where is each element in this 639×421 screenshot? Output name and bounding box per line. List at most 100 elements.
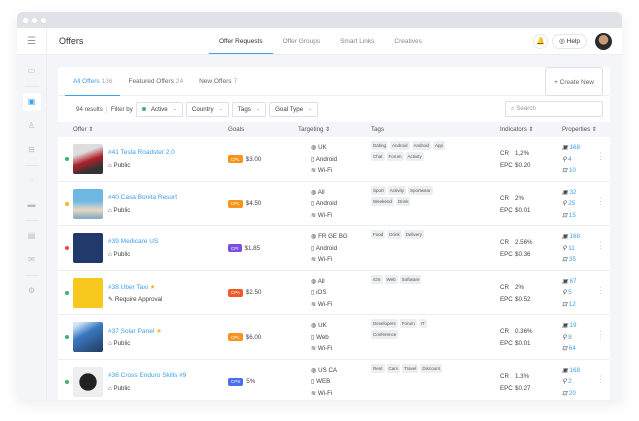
nav-tab-creatives[interactable]: Creatives [384,28,431,54]
nav-tab-offer-requests[interactable]: Offer Requests [209,28,273,54]
tab-new-offers[interactable]: New Offers 7 [191,67,245,96]
col-indicators[interactable]: Indicators ⇕ [500,126,534,133]
tag[interactable]: Activity [405,152,424,161]
tag[interactable]: Conference [371,330,399,339]
col-tags: Tags [371,126,385,133]
tag[interactable]: Rent [371,363,385,373]
status-dropdown[interactable]: Active ⌄ [135,101,183,117]
more-options-icon[interactable]: ⋮ [596,240,605,251]
table-row[interactable]: #38 Uber Taxi ★ ✎ Require Approval CPA $2… [58,271,610,315]
search-input[interactable]: ⌕ Search [505,101,603,117]
status-dot [65,290,69,295]
create-new-button[interactable]: + Create New [545,66,603,96]
table-row[interactable]: #37 Solar Panel ★ ⌂ Public CPL $6.00 ◍ UK… [58,315,610,360]
tag[interactable]: Web [384,274,398,284]
goal-type-badge: CPL [228,155,243,163]
properties: ▣ 168 ⚲ 4 ⊡ 10 [562,144,580,174]
more-options-icon[interactable]: ⋮ [596,151,605,162]
offer-thumbnail[interactable] [73,277,103,308]
more-options-icon[interactable]: ⋮ [596,285,605,296]
tag[interactable]: Discount [420,363,442,373]
nav-tab-smart-links[interactable]: Smart Links [330,28,384,54]
status-dot [65,379,69,384]
more-options-icon[interactable]: ⋮ [596,329,605,340]
tag[interactable]: Sportwear [408,185,433,195]
offer-thumbnail[interactable] [73,322,103,352]
tab-all-offers[interactable]: All Offers 136 [65,67,121,96]
window-titlebar [17,12,622,28]
globe-icon[interactable]: ◌ [23,172,41,190]
avatar[interactable] [595,32,612,50]
offer-title-link[interactable]: #38 Uber Taxi ★ [108,283,156,291]
tag[interactable]: Chat [371,152,385,161]
help-button[interactable]: ◎ Help [552,33,587,49]
indicators: CR 0.36% EPC $0.01 [500,328,533,347]
tag[interactable]: Drink [395,196,411,206]
tag[interactable]: App [433,141,446,150]
offers-icon[interactable]: ▣ [22,93,41,111]
goal: CPI $1.85 [228,244,260,252]
more-options-icon[interactable]: ⋮ [596,196,605,207]
tags-dropdown[interactable]: Tags ⌄ [231,101,267,117]
tag[interactable]: Dating [371,141,389,150]
goal-type-dropdown[interactable]: Goal Type ⌄ [269,101,319,117]
tag[interactable]: Software [399,274,422,284]
window-dot[interactable] [32,17,37,23]
tag[interactable]: iOS [371,274,383,284]
offer-title-link[interactable]: #39 Medicare US [108,238,158,245]
tag[interactable]: Activity [387,185,407,195]
tag[interactable]: Travel [402,363,419,373]
window-dot[interactable] [41,17,46,23]
col-offer[interactable]: Offer ⇕ [73,126,94,133]
window-dot[interactable] [23,17,28,23]
tag[interactable]: Forum [386,152,404,161]
tag[interactable]: Food [371,230,386,239]
offer-title-link[interactable]: #36 Cross Enduro Skills #9 [108,372,186,379]
col-goals: Goals [228,126,245,133]
offer-title-link[interactable]: #40 Casa Bonita Resort [108,194,177,201]
bell-icon[interactable]: 🔔 [533,33,549,49]
tag[interactable]: Drink [387,230,402,239]
tag[interactable]: IT [418,319,427,328]
hamburger-menu-icon[interactable]: ☰ [17,28,47,54]
tag[interactable]: Cars [386,363,401,373]
targeting: ◍ UK ▯ Web ≋ Wi-Fi [311,322,333,352]
tab-featured-offers[interactable]: Featured Offers 24 [120,67,191,96]
nav-tab-offer-groups[interactable]: Offer Groups [273,28,330,54]
country-dropdown[interactable]: Country ⌄ [185,101,229,117]
table-row[interactable]: #41 Tesla Roadster 2.0 ⌂ Public CPL $3.00… [58,137,610,182]
goal-value: $2.50 [245,289,262,296]
tag[interactable]: Weekend [371,196,394,206]
offer-access: ⌂ Public [108,251,131,258]
table-row[interactable]: #40 Casa Bonita Resort ⌂ Public CPL $4.50… [58,182,610,226]
col-properties[interactable]: Properties ⇕ [562,126,597,133]
tag[interactable]: Sport [371,185,386,195]
col-targeting[interactable]: Targeting ⇕ [298,126,330,133]
offer-thumbnail[interactable] [73,188,103,219]
tag[interactable]: Developers [371,319,398,328]
indicators: CR 2% EPC $0.52 [500,283,531,303]
tag[interactable]: Android [390,141,410,150]
help-label: Help [566,37,580,45]
table-row[interactable]: #36 Cross Enduro Skills #9 ⌂ Public CPS 5… [58,360,610,401]
offer-thumbnail[interactable] [73,144,103,174]
briefcase-icon[interactable]: ⊟ [23,141,41,159]
user-icon[interactable]: ♙ [23,117,41,135]
offer-title-link[interactable]: #41 Tesla Roadster 2.0 [108,149,175,156]
status-dot [65,201,69,206]
offer-access: ✎ Require Approval [108,295,163,303]
offer-thumbnail[interactable] [73,233,103,263]
tag[interactable]: Delivery [403,230,425,239]
mail-icon[interactable]: ✉ [23,251,41,269]
table-row[interactable]: #39 Medicare US ⌂ Public CPI $1.85 ◍ FR G… [58,226,610,271]
dashboard-icon[interactable]: ▭ [23,62,41,80]
offer-title-link[interactable]: #37 Solar Panel ★ [108,327,162,335]
card-icon[interactable]: ▬ [23,196,41,214]
offer-thumbnail[interactable] [73,366,103,397]
gear-icon[interactable]: ⚙ [23,282,41,300]
tag[interactable]: Forum [399,319,417,328]
properties: ▣ 168 ⚲ 11 ⊡ 35 [562,233,580,263]
more-options-icon[interactable]: ⋮ [596,374,605,385]
tag[interactable]: Android [411,141,432,150]
invoice-icon[interactable]: ▤ [23,227,41,245]
